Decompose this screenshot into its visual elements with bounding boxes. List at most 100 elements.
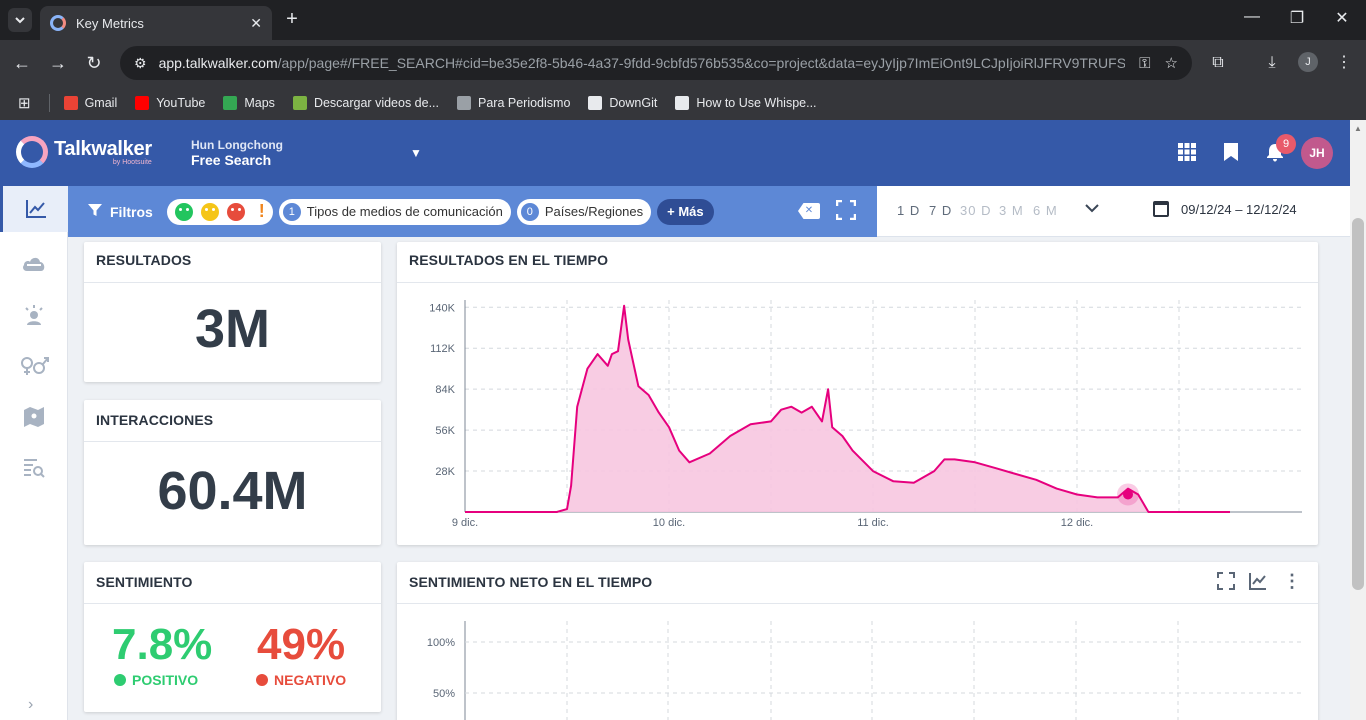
extensions-puzzle-icon[interactable]: ⧉ [1206,51,1230,75]
bookmark-item[interactable]: How to Use Whispe... [675,96,817,110]
clear-filters-icon[interactable]: ✕ [798,203,820,219]
chrome-menu-icon[interactable]: ⋮ [1332,51,1356,75]
sentiment-title: SENTIMIENTO [96,574,193,590]
negative-face-icon[interactable] [226,202,245,221]
restore-icon[interactable]: ❐ [1285,8,1309,28]
profile-avatar[interactable]: J [1298,52,1318,72]
bookmark-star-icon[interactable]: ☆ [1165,54,1178,72]
notification-count-badge: 9 [1276,134,1296,154]
sentiment-filter-chip[interactable]: ! [166,198,273,225]
card-divider [84,603,381,604]
media-types-count: 1 [282,202,301,221]
time-range-bar: 1 D 7 D 30 D 3 M 6 M 09/12/24 – 12/12/24 [877,186,1350,237]
range-3m[interactable]: 3 M [999,203,1024,218]
bookmark-favicon-icon [292,96,307,110]
results-over-time-chart[interactable]: 28K 56K 84K 112K 140K 9 dic. 10 dic. 11 dic. 12 … [397,282,1318,545]
site-info-tune-icon[interactable]: ⚙ [134,55,147,72]
exclamation-icon[interactable]: ! [259,201,265,222]
positive-face-icon[interactable] [174,202,193,221]
password-key-icon[interactable]: ⚿ [1139,55,1150,72]
bookmark-icon[interactable] [1223,142,1245,164]
apps-grid-icon[interactable]: ⊞ [18,94,31,112]
bookmark-item[interactable]: Descargar videos de... [292,96,439,110]
window-close-icon[interactable]: ✕ [1330,8,1354,28]
minimize-icon[interactable]: — [1240,8,1264,26]
interactions-value: 60.4M [157,461,308,521]
scroll-up-arrow-icon[interactable]: ▲ [1354,124,1362,133]
range-dropdown-chevron-icon[interactable] [1085,200,1099,218]
user-avatar[interactable]: JH [1301,137,1333,169]
bookmark-label: Para Periodismo [478,96,571,110]
chart-type-line-icon[interactable] [1249,572,1267,595]
media-types-label: Tipos de medios de comunicación [306,204,503,219]
range-30d[interactable]: 30 D [960,203,991,218]
net-sentiment-chart[interactable]: 100% 50% [397,603,1318,720]
countries-label: Países/Regiones [544,204,644,219]
download-icon[interactable]: ⤓ [1260,51,1284,75]
positive-label-text: POSITIVO [132,672,199,688]
apps-grid-icon[interactable] [1177,142,1199,164]
range-7d[interactable]: 7 D [929,203,952,218]
filter-bar: Filtros ! 1 Tipos de medios de comunicac… [68,186,877,237]
y-tick-label: 140K [429,302,455,314]
sidebar-item-metrics[interactable] [0,186,68,232]
address-bar[interactable]: ⚙ app.talkwalker.com/app/page#/FREE_SEAR… [120,46,1192,80]
funnel-icon [88,203,102,220]
talkwalker-logo[interactable]: Talkwalker by Hootsuite [16,136,152,168]
bookmark-item[interactable]: Gmail [63,96,118,110]
tab-close-icon[interactable]: ✕ [250,15,262,32]
tab-title: Key Metrics [76,15,144,31]
bookmark-label: DownGit [609,96,658,110]
results-title: RESULTADOS [96,252,192,268]
more-filters-button[interactable]: + Más [657,198,714,225]
date-range-picker[interactable]: 09/12/24 – 12/12/24 [1153,201,1297,217]
project-dropdown-caret-icon[interactable]: ▼ [410,146,422,160]
bookmark-item[interactable]: Para Periodismo [457,96,570,110]
sidebar-item-cloud[interactable] [0,241,68,287]
filters-button[interactable]: Filtros [88,203,153,220]
bookmark-label: How to Use Whispe... [696,96,817,110]
positive-face-icon [114,674,126,686]
url-text[interactable]: app.talkwalker.com/app/page#/FREE_SEARCH… [159,55,1126,71]
y-tick-label: 28K [435,466,455,478]
page-scrollbar[interactable]: ▲ [1350,120,1366,720]
y-tick-label: 84K [435,384,455,396]
bookmarks-bar: ⊞ Gmail YouTube Maps Descargar videos de...… [0,86,1366,120]
negative-face-icon [256,674,268,686]
neutral-face-icon[interactable] [200,202,219,221]
back-arrow-icon[interactable]: ← [10,51,34,75]
fullscreen-icon[interactable] [1217,572,1235,595]
sidebar-item-search-list[interactable] [0,445,68,491]
forward-arrow-icon[interactable]: → [46,51,70,75]
sidebar-item-influencers[interactable] [0,292,68,338]
sidebar-expand-chevron-icon[interactable]: › [28,696,33,714]
project-selector[interactable]: Hun Longchong Free Search [191,138,283,168]
browser-tab[interactable]: Key Metrics ✕ [40,6,272,40]
sidebar-item-gender[interactable] [0,343,68,389]
range-6m[interactable]: 6 M [1033,203,1058,218]
scrollbar-thumb[interactable] [1352,218,1364,590]
url-path: /app/page#/FREE_SEARCH#cid=be35e2f8-5b46… [277,55,1126,71]
bookmark-item[interactable]: YouTube [135,96,205,110]
countries-chip[interactable]: 0 Países/Regiones [516,198,652,225]
negative-percentage: 49% [257,620,346,669]
sidebar-item-map[interactable] [0,394,68,440]
media-types-chip[interactable]: 1 Tipos de medios de comunicación [278,198,511,225]
bookmark-favicon-icon [223,96,238,110]
sentiment-card: SENTIMIENTO 7.8% 49% POSITIVO NEGATIVO [84,562,381,712]
fullscreen-expand-icon[interactable] [835,199,857,221]
gender-icon [21,357,49,375]
person-rays-icon [25,305,43,325]
bookmark-label: Gmail [84,96,118,110]
net-sentiment-card: SENTIMIENTO NETO EN EL TIEMPO ⋮ 100% 50% [397,562,1318,720]
x-tick-label: 11 dic. [857,517,889,529]
bookmark-item[interactable]: Maps [223,96,275,110]
reload-icon[interactable]: ↻ [82,51,106,75]
line-chart-icon [25,200,46,218]
new-tab-plus-icon[interactable]: + [280,8,304,32]
more-options-icon[interactable]: ⋮ [1283,571,1301,592]
bookmark-item[interactable]: DownGit [588,96,657,110]
tab-search-chevron-icon[interactable] [8,8,32,32]
range-1d[interactable]: 1 D [897,203,920,218]
y-tick-label: 56K [435,425,455,437]
